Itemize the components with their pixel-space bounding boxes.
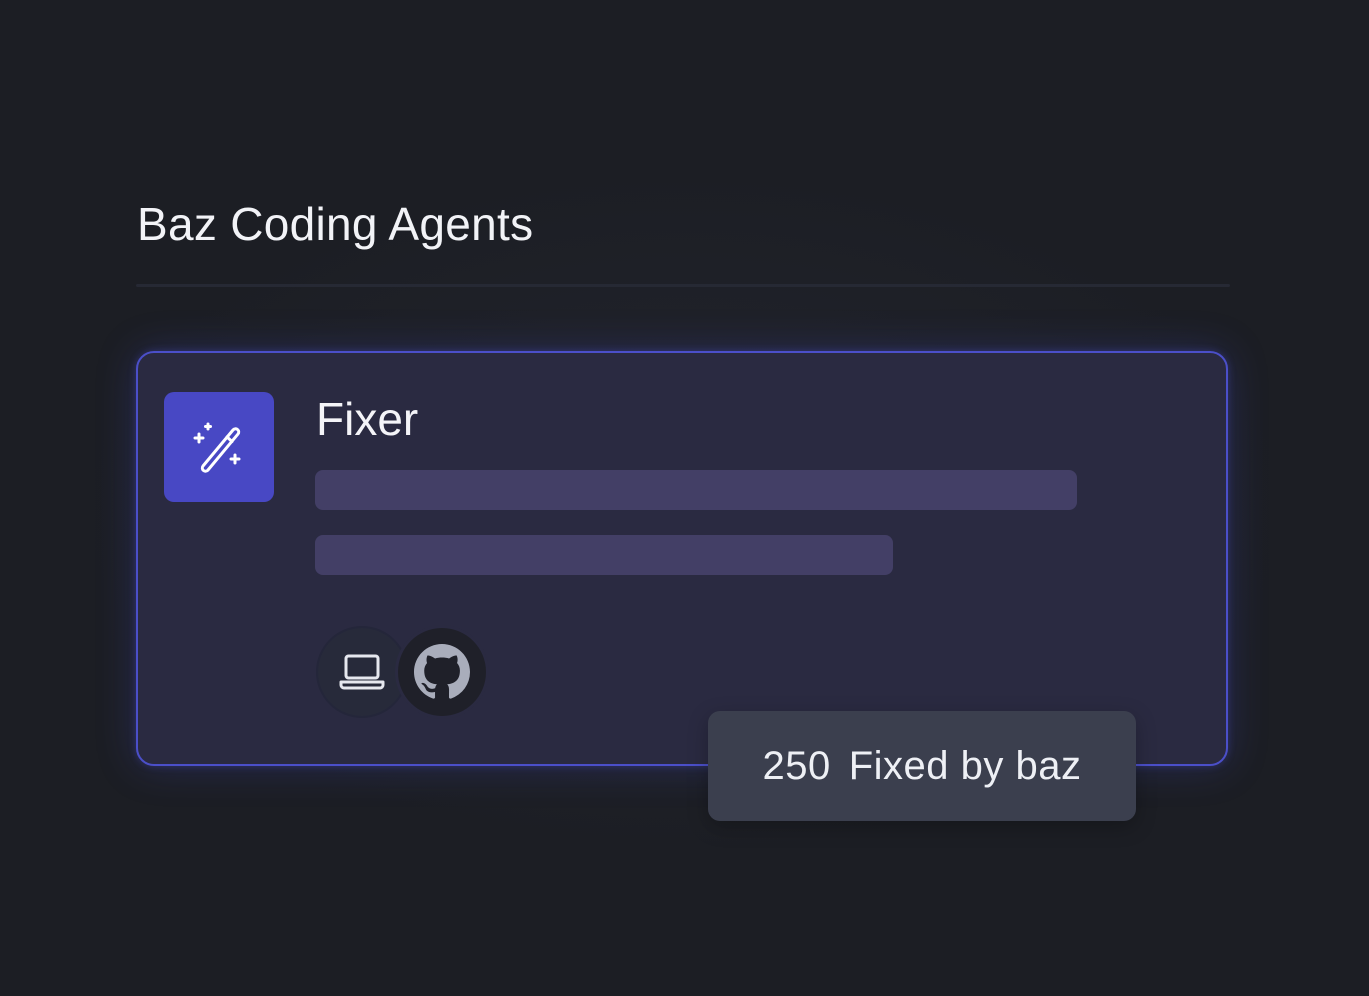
github-icon — [414, 644, 470, 699]
fixed-count-label: Fixed by baz — [848, 743, 1082, 788]
fixed-count-value: 250 — [762, 743, 831, 788]
section-title: Baz Coding Agents — [137, 198, 534, 250]
agent-icon-tile — [164, 392, 274, 502]
magic-wand-icon — [193, 422, 241, 473]
section-divider — [136, 284, 1230, 287]
agent-card-fixer[interactable]: Fixer — [136, 351, 1228, 766]
laptop-icon — [339, 654, 385, 690]
integration-github[interactable] — [398, 628, 486, 716]
agent-name: Fixer — [316, 393, 419, 445]
description-placeholder-line — [315, 535, 893, 575]
description-placeholder-line — [315, 470, 1077, 510]
integration-laptop[interactable] — [318, 628, 406, 716]
fixed-count-badge: 250 Fixed by baz — [708, 711, 1136, 821]
app-canvas: Baz Coding Agents Fixer 250 Fixed by baz — [0, 0, 1369, 996]
